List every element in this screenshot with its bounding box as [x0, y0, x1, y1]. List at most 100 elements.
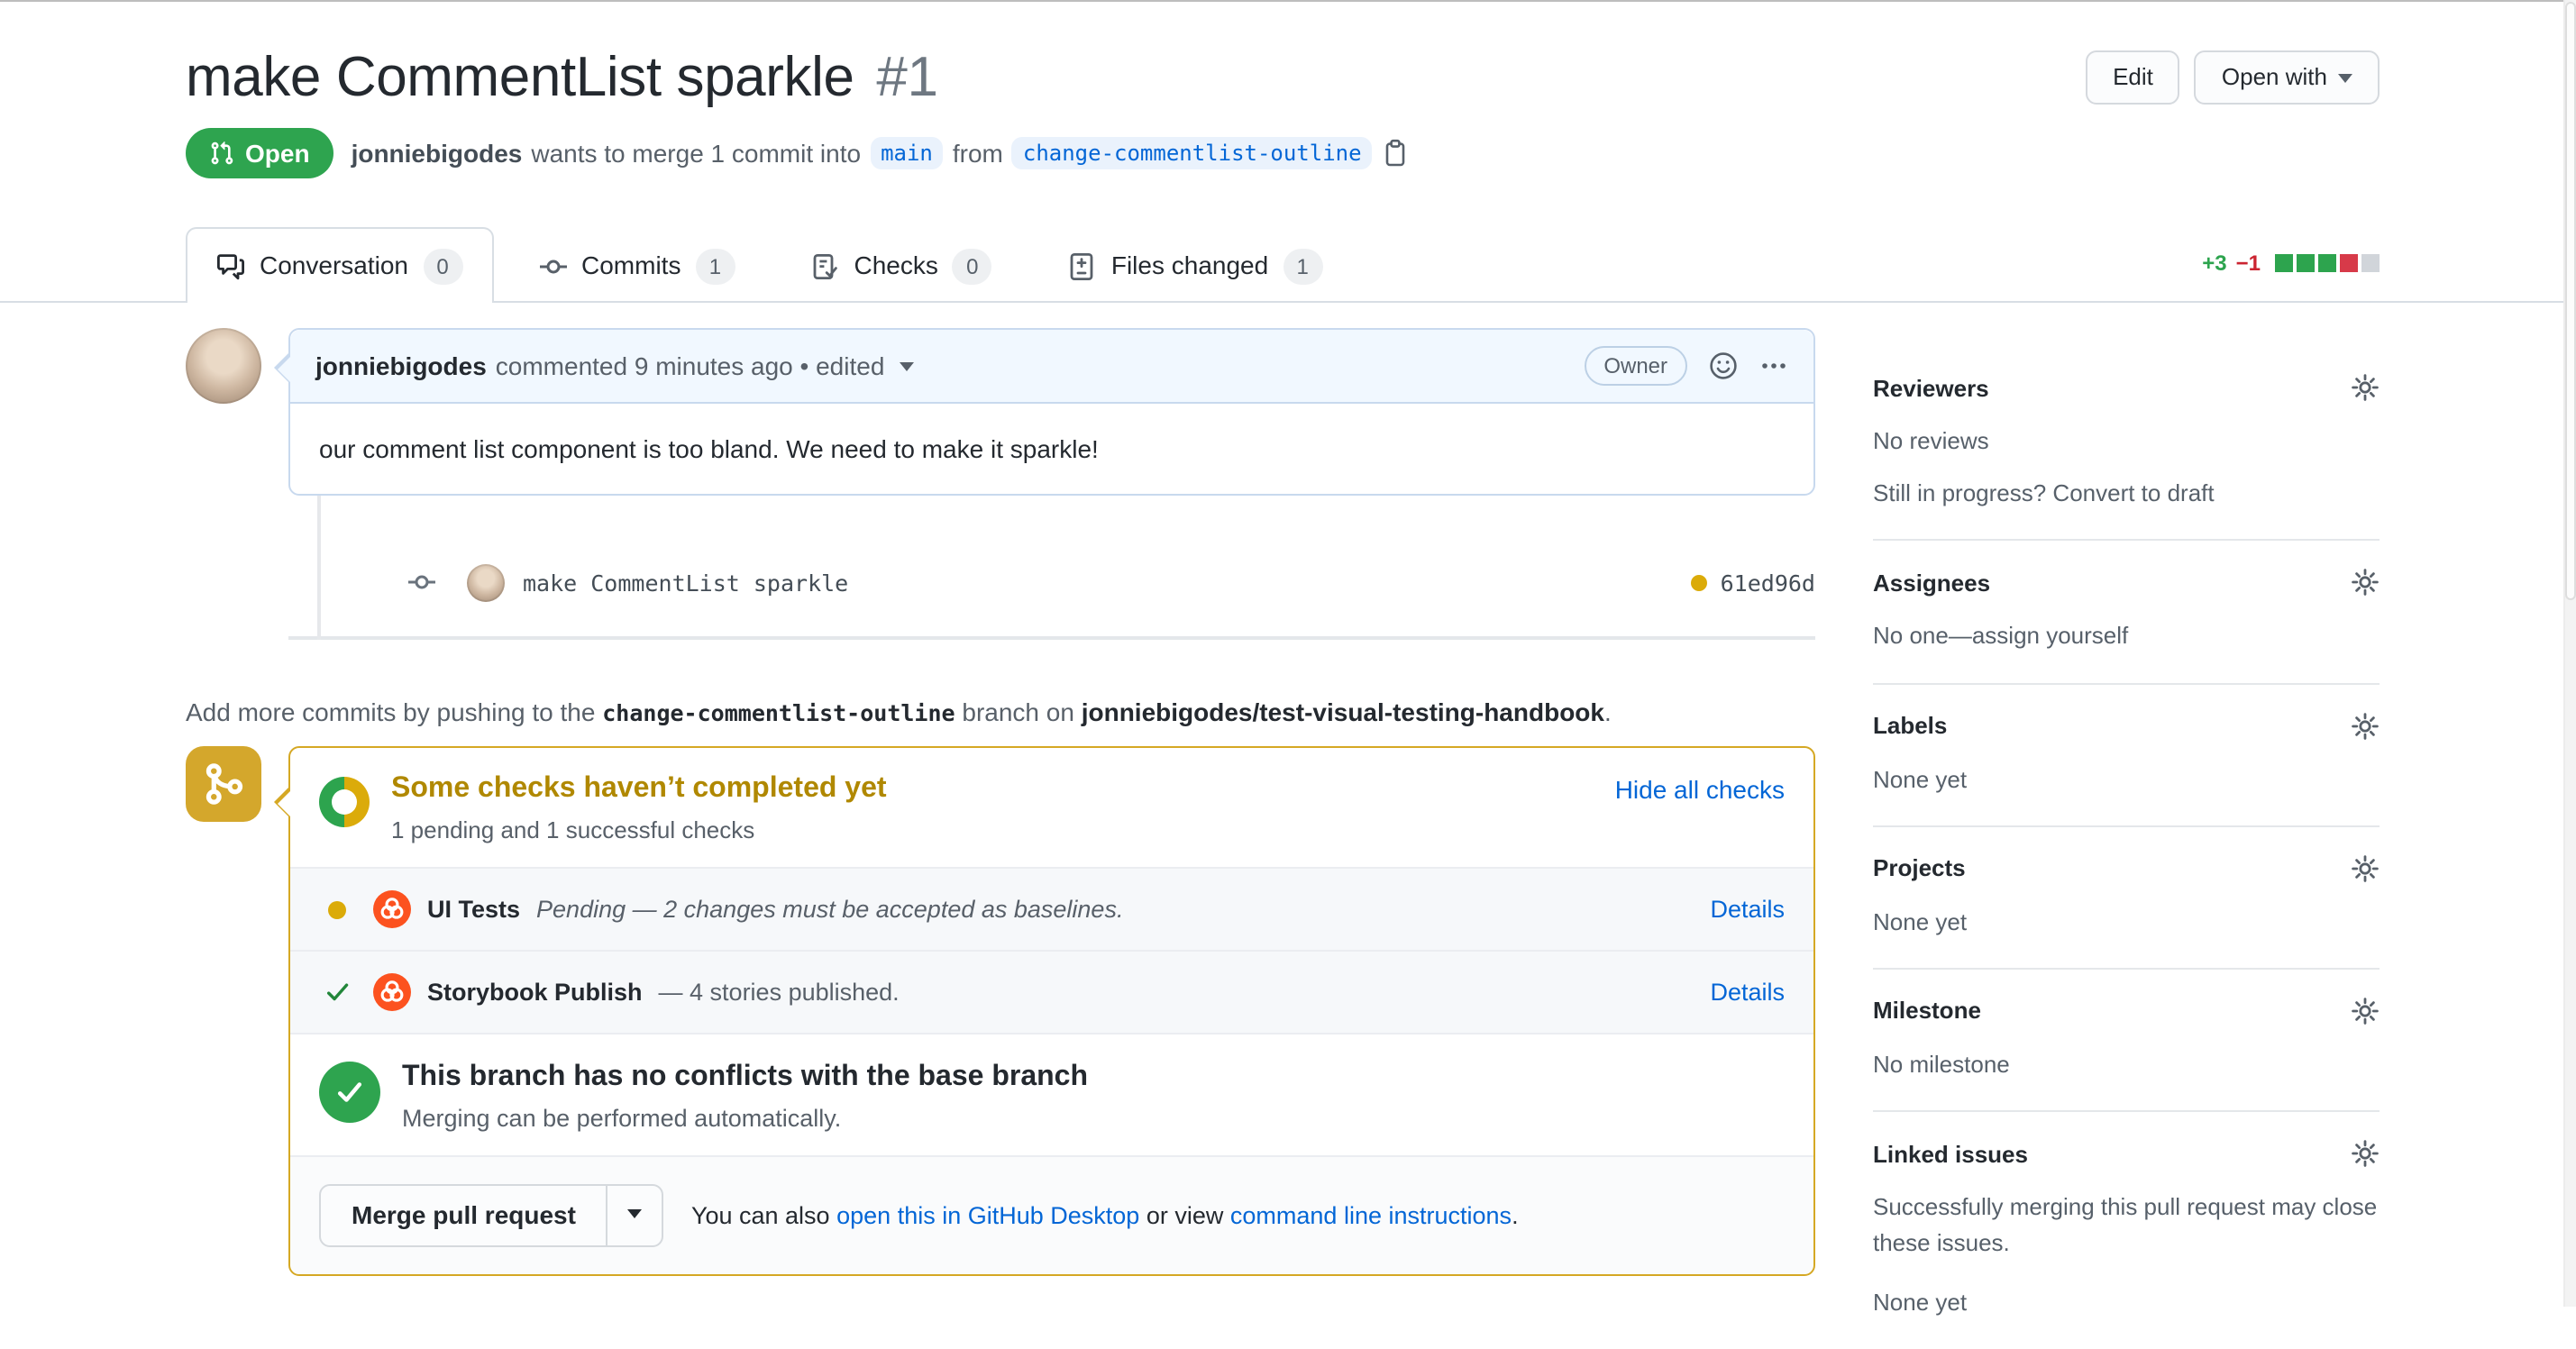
check-status-text: — 4 stories published. — [658, 978, 900, 1006]
commit-sha[interactable]: 61ed96d — [1721, 569, 1815, 596]
sidebar-section-labels: Labels None yet — [1873, 684, 2380, 827]
chromatic-logo-icon — [373, 973, 411, 1012]
tab-conversation-count: 0 — [423, 248, 462, 285]
pr-header: make CommentList sparkle #1 Edit Open wi… — [0, 0, 2576, 179]
check-circle-icon — [319, 1062, 380, 1124]
pr-merge-summary: jonniebigodes wants to merge 1 commit in… — [352, 137, 1411, 170]
add-more-branch: change-commentlist-outline — [602, 699, 955, 727]
pr-tabs: Conversation 0 Commits 1 Checks 0 Files … — [0, 227, 2576, 304]
checks-box: Some checks haven’t completed yet 1 pend… — [274, 746, 1815, 1277]
section-line: No reviews — [1873, 427, 1989, 455]
page-title: make CommentList sparkle #1 — [186, 43, 938, 110]
tab-commits-label: Commits — [581, 251, 681, 280]
tab-files-changed[interactable]: Files changed 1 — [1037, 227, 1353, 303]
linked-issues-description: Successfully merging this pull request m… — [1873, 1193, 2378, 1257]
tab-commits[interactable]: Commits 1 — [507, 227, 765, 303]
section-line: None yet — [1873, 765, 1968, 793]
merge-options-caret[interactable] — [606, 1186, 662, 1246]
commit-author-avatar[interactable] — [467, 563, 505, 602]
comment-header: jonniebigodes commented 9 minutes ago • … — [290, 330, 1813, 405]
open-with-button[interactable]: Open with — [2194, 50, 2380, 105]
pr-title-text: make CommentList sparkle — [186, 45, 854, 108]
gear-icon[interactable] — [2351, 854, 2380, 883]
checks-donut — [319, 777, 370, 828]
diffstat-blocks — [2275, 254, 2380, 273]
scrollbar-thumb[interactable] — [2565, 2, 2576, 600]
checks-title: Some checks haven’t completed yet — [391, 773, 887, 805]
checklist-icon — [810, 251, 839, 280]
check-name: UI Tests — [427, 895, 521, 923]
edit-button[interactable]: Edit — [2086, 50, 2180, 105]
pr-page: make CommentList sparkle #1 Edit Open wi… — [0, 0, 2576, 1317]
gear-icon[interactable] — [2351, 1139, 2380, 1168]
comment-thread: jonniebigodes commented 9 minutes ago • … — [186, 328, 1815, 641]
head-branch-chip[interactable]: change-commentlist-outline — [1011, 137, 1373, 170]
commit-message[interactable]: make CommentList sparkle — [523, 569, 848, 596]
details-link[interactable]: Details — [1710, 891, 1785, 927]
window-top-border — [0, 0, 2576, 2]
check-name: Storybook Publish — [427, 978, 643, 1006]
section-title: Assignees — [1873, 569, 1991, 597]
copy-branch-icon[interactable] — [1382, 139, 1411, 168]
git-pull-request-icon — [211, 141, 233, 165]
section-head: Projects — [1873, 854, 2380, 883]
hide-all-checks-link[interactable]: Hide all checks — [1615, 771, 1785, 807]
checks-subtitle: 1 pending and 1 successful checks — [391, 816, 755, 844]
comment-header-actions: Owner — [1584, 346, 1788, 387]
github-desktop-link[interactable]: open this in GitHub Desktop — [836, 1202, 1139, 1229]
section-head: Milestone — [1873, 997, 2380, 1025]
chevron-down-icon — [2338, 73, 2352, 89]
also-text-3: . — [1512, 1202, 1519, 1230]
content-row: jonniebigodes commented 9 minutes ago • … — [0, 328, 2576, 1349]
kebab-menu-icon[interactable] — [1759, 351, 1788, 380]
header-actions: Edit Open with — [2086, 43, 2380, 105]
open-with-label: Open with — [2221, 63, 2327, 90]
sidebar: Reviewers No reviews Still in progress? … — [1873, 328, 2380, 1349]
gear-icon[interactable] — [2351, 373, 2380, 402]
gear-icon[interactable] — [2351, 569, 2380, 597]
add-more-suffix: . — [1603, 697, 1612, 727]
merge-pull-request-button[interactable]: Merge pull request — [321, 1186, 607, 1245]
diff-block-neutral — [2361, 254, 2380, 273]
section-head: Assignees — [1873, 569, 2380, 597]
avatar[interactable] — [186, 328, 261, 405]
gear-icon[interactable] — [2351, 711, 2380, 740]
diff-block-deleted — [2340, 254, 2358, 273]
conflict-section: This branch has no conflicts with the ba… — [290, 1033, 1813, 1155]
section-head: Reviewers — [1873, 373, 2380, 402]
section-title: Reviewers — [1873, 374, 1989, 402]
comment-author[interactable]: jonniebigodes — [315, 351, 487, 380]
also-text-1: You can also — [690, 1202, 830, 1230]
comment: jonniebigodes commented 9 minutes ago • … — [274, 328, 1815, 497]
merge-widget: Some checks haven’t completed yet 1 pend… — [186, 746, 1815, 1277]
section-line: None yet — [1873, 907, 1968, 935]
emoji-reaction-icon[interactable] — [1709, 351, 1738, 380]
sidebar-section-milestone: Milestone No milestone — [1873, 970, 2380, 1113]
pending-status-dot[interactable] — [1691, 574, 1708, 591]
tab-conversation[interactable]: Conversation 0 — [186, 227, 493, 304]
section-head: Linked issues — [1873, 1139, 2380, 1168]
git-commit-icon — [538, 251, 567, 280]
merge-text-1: wants to merge 1 commit into — [531, 139, 862, 169]
pr-author[interactable]: jonniebigodes — [352, 139, 523, 168]
check-success-icon — [319, 979, 355, 1006]
gear-icon[interactable] — [2351, 997, 2380, 1025]
sidebar-section-linked-issues: Linked issues Successfully merging this … — [1873, 1112, 2380, 1349]
check-row-storybook-publish: Storybook Publish — 4 stories published.… — [290, 950, 1813, 1034]
git-commit-icon — [407, 568, 436, 597]
scrollbar-track[interactable] — [2563, 0, 2576, 1307]
merge-alternatives-text: You can also open this in GitHub Desktop… — [691, 1202, 1519, 1229]
diff-block-added — [2318, 254, 2336, 273]
check-row-ui-tests: UI Tests Pending — 2 changes must be acc… — [290, 867, 1813, 951]
command-line-link[interactable]: command line instructions — [1230, 1202, 1512, 1229]
section-line: No one—assign yourself — [1873, 622, 2129, 650]
tab-files-changed-label: Files changed — [1110, 251, 1269, 280]
base-branch-chip[interactable]: main — [870, 137, 944, 170]
edit-history-caret-icon[interactable] — [899, 361, 914, 378]
diff-block-added — [2275, 254, 2293, 273]
tab-checks[interactable]: Checks 0 — [780, 227, 1022, 303]
pending-dot-icon — [319, 900, 355, 919]
details-link[interactable]: Details — [1710, 974, 1785, 1010]
conflict-texts: This branch has no conflicts with the ba… — [402, 1058, 1088, 1132]
diffstat-deletions: −1 — [2235, 251, 2261, 277]
